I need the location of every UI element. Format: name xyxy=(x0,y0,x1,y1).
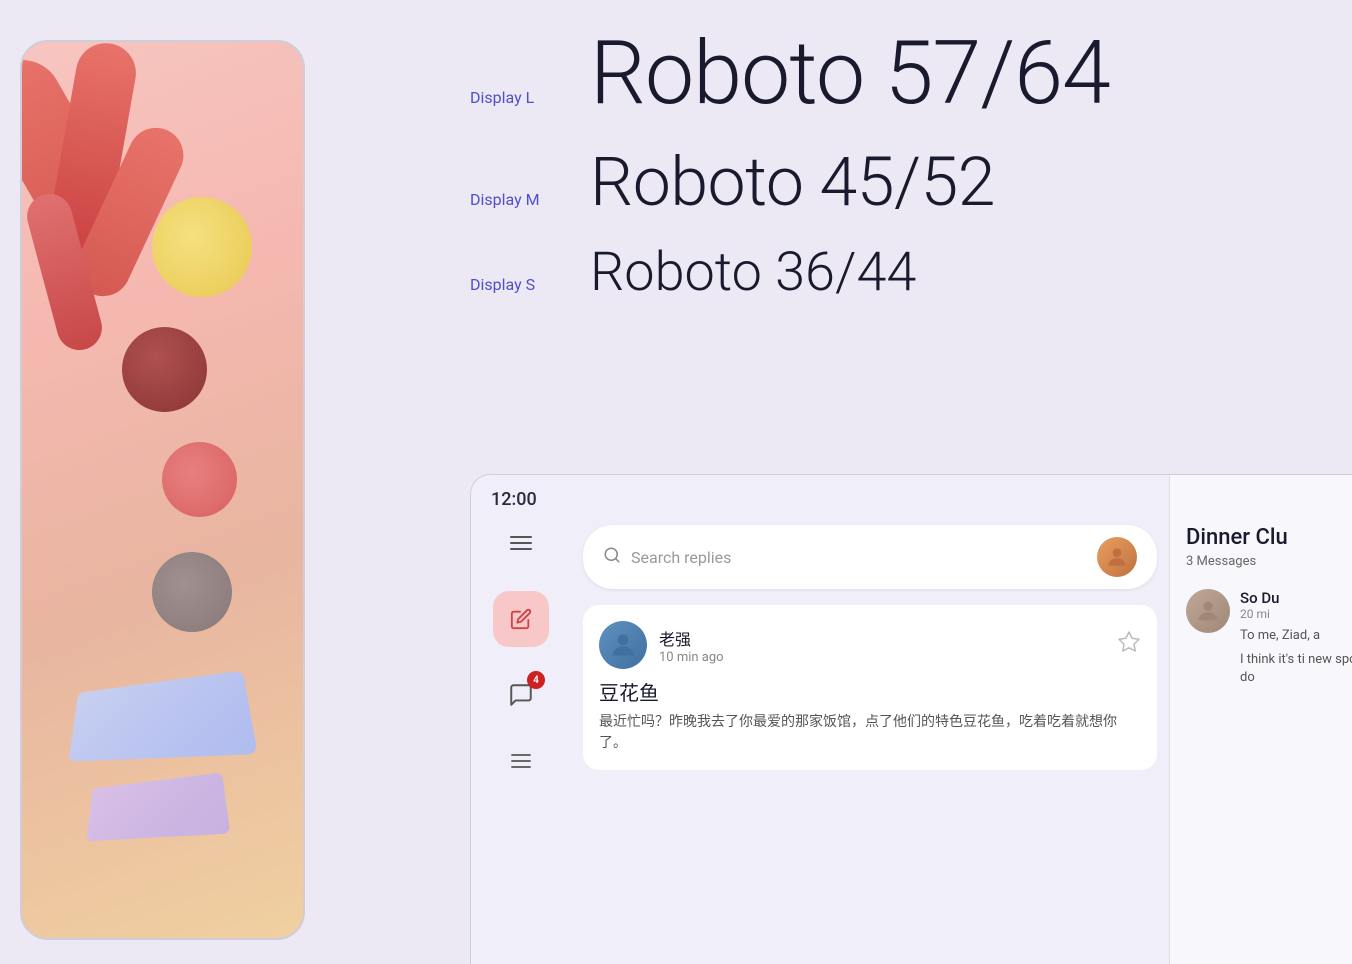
display-m-label: Display M xyxy=(470,190,590,209)
search-bar[interactable]: Search replies xyxy=(583,525,1157,589)
dinner-club-title: Dinner Clu xyxy=(1186,525,1352,550)
decorative-circle-pink xyxy=(162,442,237,517)
display-s-row: Display S Roboto 36/44 xyxy=(470,246,1352,300)
decorative-circle-darkred xyxy=(122,327,207,412)
decorative-circle-yellow xyxy=(152,197,252,297)
dinner-person: So Du 20 mi To me, Ziad, a I think it's … xyxy=(1186,589,1352,688)
chat-sender-name: 老强 xyxy=(659,626,1105,650)
display-s-text: Roboto 36/44 xyxy=(590,246,916,300)
chat-item-header: 老强 10 min ago xyxy=(599,621,1141,669)
dinner-person-name: So Du xyxy=(1240,589,1352,607)
hamburger-menu-icon[interactable] xyxy=(503,525,539,561)
compose-fab[interactable] xyxy=(493,591,549,647)
message-badge: 4 xyxy=(527,671,545,689)
time-display: 12:00 xyxy=(491,489,537,510)
dinner-person-time: 20 mi xyxy=(1240,607,1352,621)
phone-mockup xyxy=(20,40,305,940)
chat-time: 10 min ago xyxy=(659,650,1105,665)
decorative-platform-1 xyxy=(68,670,257,761)
search-placeholder: Search replies xyxy=(631,548,1087,567)
search-icon xyxy=(603,546,621,569)
chat-meta: 老强 10 min ago xyxy=(659,626,1105,665)
list-icon[interactable] xyxy=(503,743,539,779)
messages-icon[interactable]: 4 xyxy=(503,677,539,713)
chat-avatar xyxy=(599,621,647,669)
mockup-sidebar: 12:00 4 xyxy=(471,475,571,964)
star-icon[interactable] xyxy=(1117,630,1141,660)
left-panel xyxy=(0,0,330,964)
decorative-circle-gray xyxy=(152,552,232,632)
mockup-main: Search replies xyxy=(571,475,1169,964)
ui-mockup: 12:00 4 xyxy=(470,474,1352,964)
right-panel: Display L Roboto 57/64 Display M Roboto … xyxy=(470,0,1352,964)
decorative-platform-2 xyxy=(87,772,231,841)
typography-section: Display L Roboto 57/64 Display M Roboto … xyxy=(470,30,1352,350)
user-avatar[interactable] xyxy=(1097,537,1137,577)
dinner-person-avatar xyxy=(1186,589,1230,633)
dinner-message-primary: To me, Ziad, a xyxy=(1240,627,1352,645)
display-s-label: Display S xyxy=(470,275,590,294)
display-l-label: Display L xyxy=(470,88,590,107)
dinner-club-panel: Dinner Clu 3 Messages So Du 20 mi To me,… xyxy=(1169,475,1352,964)
chat-preview: 最近忙吗？昨晚我去了你最爱的那家饭馆，点了他们的特色豆花鱼，吃着吃着就想你了。 xyxy=(599,712,1141,754)
dinner-message-secondary: I think it's ti new spot do xyxy=(1240,651,1352,687)
display-l-text: Roboto 57/64 xyxy=(590,30,1110,118)
chat-subject: 豆花鱼 xyxy=(599,677,1141,706)
display-m-row: Display M Roboto 45/52 xyxy=(470,148,1352,216)
chat-item[interactable]: 老强 10 min ago 豆花鱼 最近忙吗？昨晚我去了你最爱的那家饭馆，点了他… xyxy=(583,605,1157,770)
dinner-message-count: 3 Messages xyxy=(1186,554,1352,569)
display-l-row: Display L Roboto 57/64 xyxy=(470,30,1352,118)
display-m-text: Roboto 45/52 xyxy=(590,148,995,216)
dinner-person-meta: So Du 20 mi To me, Ziad, a I think it's … xyxy=(1240,589,1352,688)
